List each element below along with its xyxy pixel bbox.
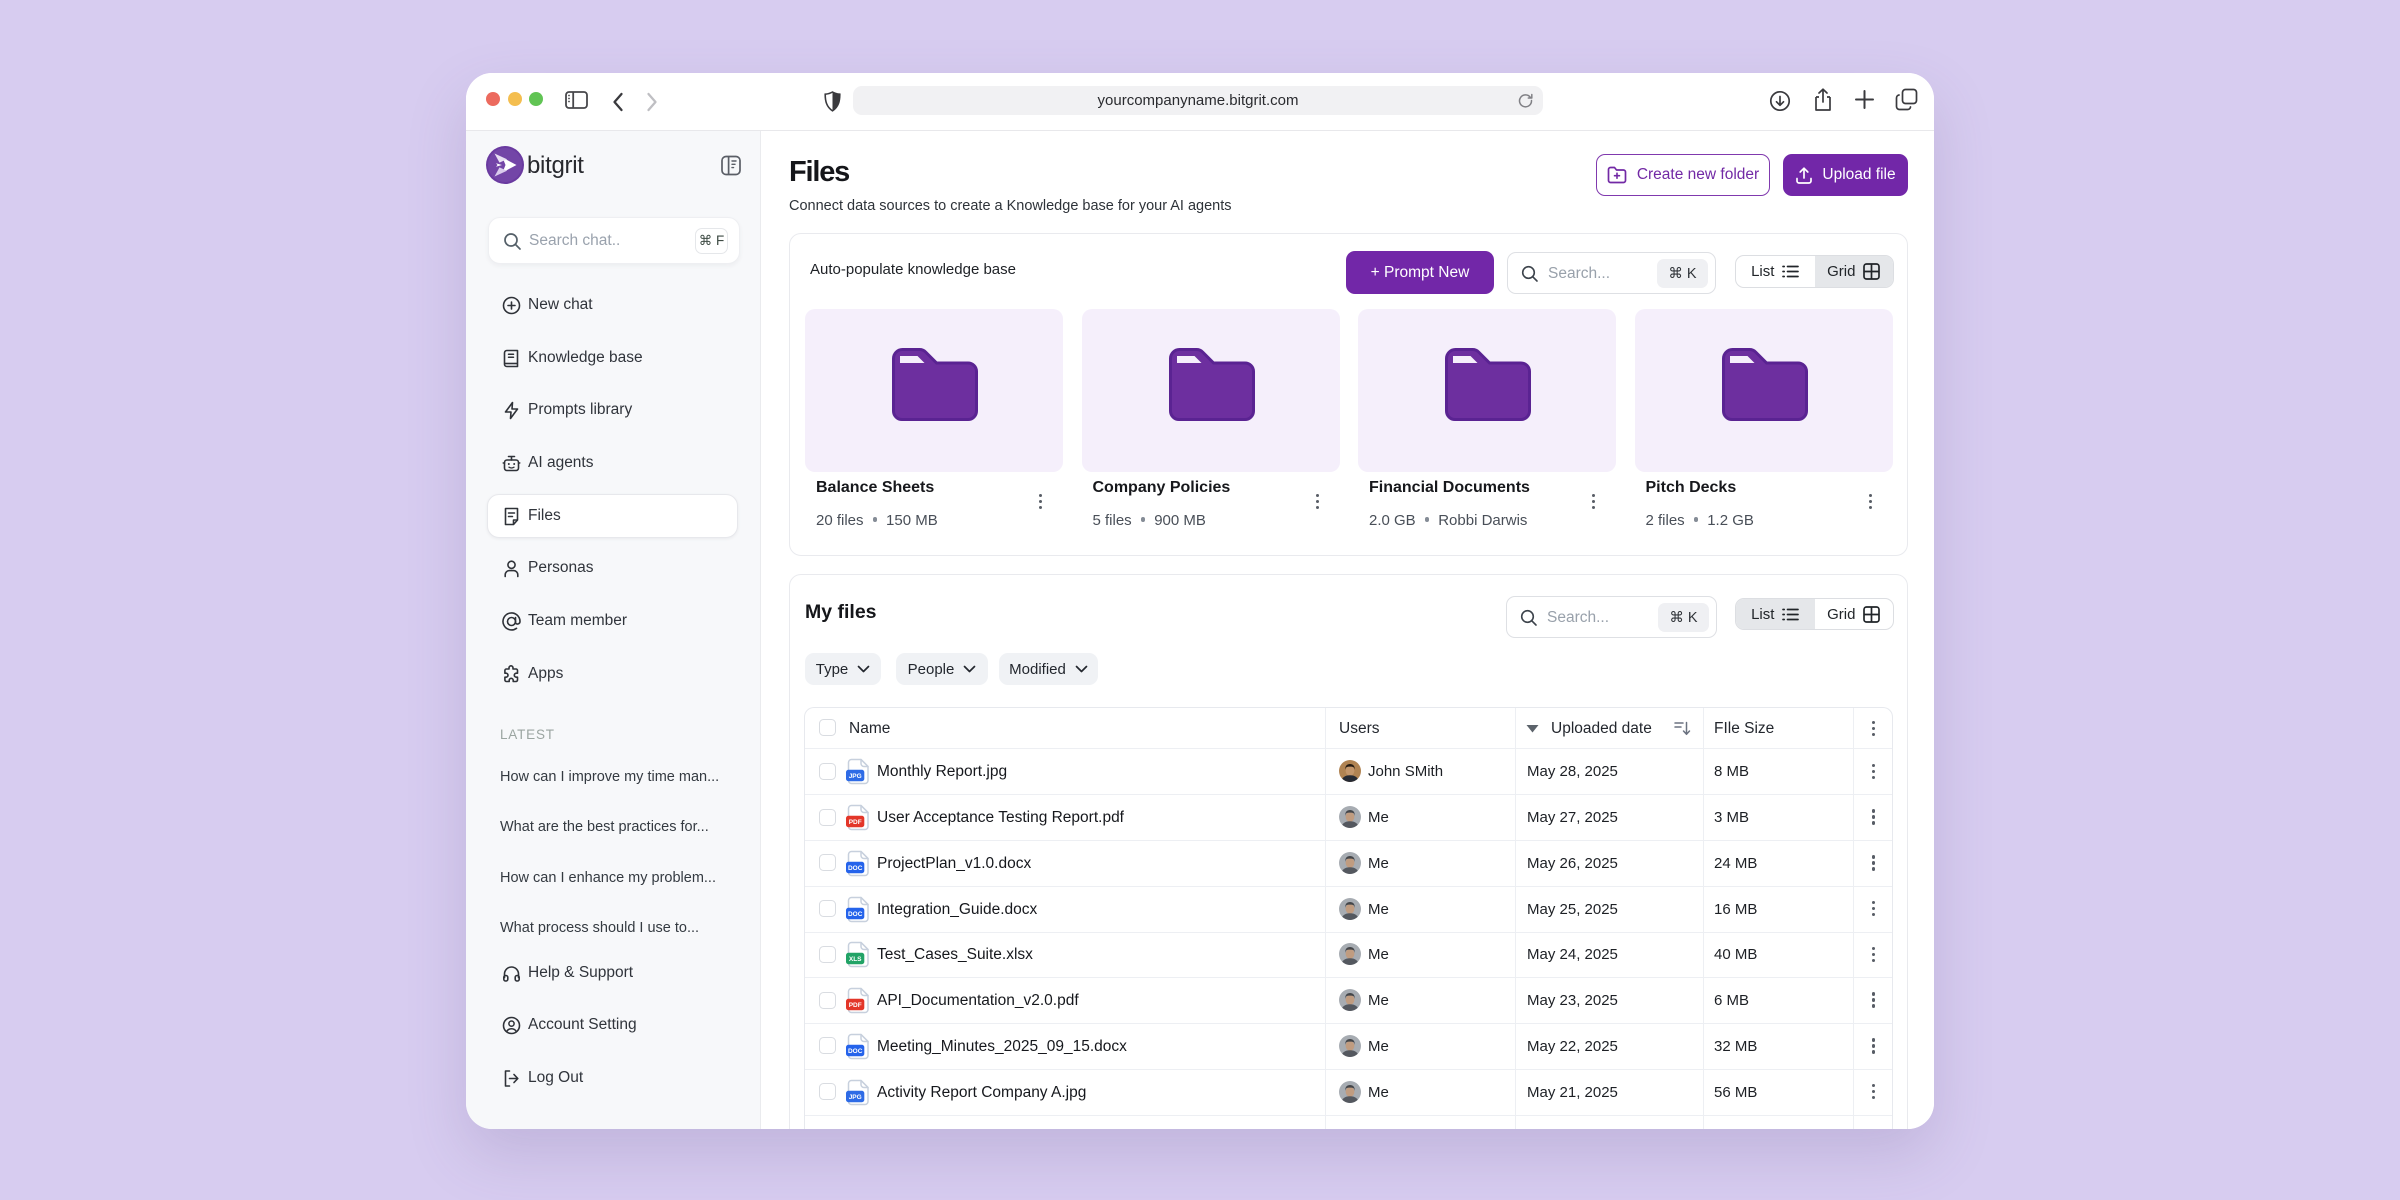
svg-text:JPG: JPG [849, 1093, 862, 1100]
svg-text:XLS: XLS [849, 956, 862, 963]
svg-text:PDF: PDF [849, 819, 862, 826]
svg-text:PDF: PDF [849, 1002, 862, 1009]
svg-text:DOC: DOC [848, 910, 863, 917]
svg-text:JPG: JPG [849, 773, 862, 780]
svg-text:DOC: DOC [848, 1048, 863, 1055]
svg-text:DOC: DOC [848, 865, 863, 872]
